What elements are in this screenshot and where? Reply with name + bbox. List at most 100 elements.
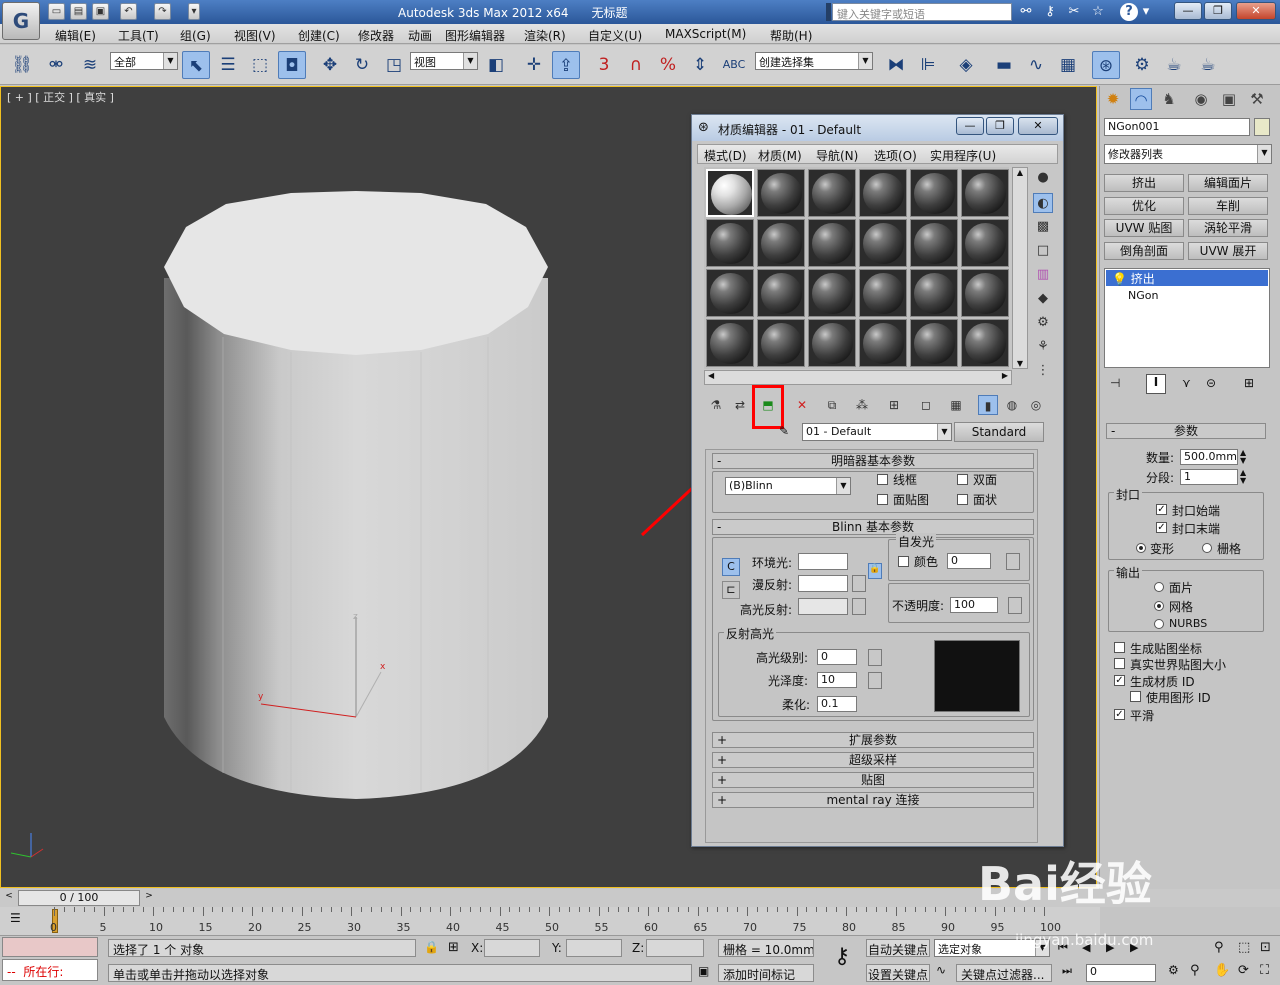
two-sided-checkbox[interactable] bbox=[957, 474, 968, 485]
menu-help[interactable]: 帮助(H) bbox=[770, 27, 812, 44]
time-config-icon[interactable]: ⚙ bbox=[1168, 963, 1179, 977]
lathe-button[interactable]: 车削 bbox=[1188, 197, 1268, 215]
menu-customize[interactable]: 自定义(U) bbox=[588, 27, 642, 44]
menu-maxscript[interactable]: MAXScript(M) bbox=[665, 27, 746, 41]
use-shape-id-checkbox[interactable] bbox=[1130, 691, 1141, 702]
tools-icon[interactable]: ✂ bbox=[1064, 3, 1084, 21]
material-sample-slot[interactable] bbox=[910, 319, 958, 367]
ambient-lock-button[interactable]: C bbox=[722, 558, 740, 576]
grid-radio[interactable] bbox=[1202, 543, 1212, 553]
nurbs-radio[interactable] bbox=[1154, 619, 1164, 629]
key-filters-button[interactable]: 关键点过滤器... bbox=[956, 964, 1052, 982]
time-tag-icon[interactable]: ▣ bbox=[698, 964, 714, 982]
pin-stack-icon[interactable]: ⊣ bbox=[1110, 376, 1120, 390]
maximize-viewport-icon[interactable]: ⛶ bbox=[1260, 963, 1269, 978]
mesh-radio[interactable] bbox=[1154, 601, 1164, 611]
material-sample-slot[interactable] bbox=[808, 219, 856, 267]
material-sample-slot[interactable] bbox=[859, 319, 907, 367]
stack-item-extrude[interactable]: 💡 挤出 bbox=[1106, 270, 1268, 286]
uv-tiling-icon[interactable]: □ bbox=[1033, 241, 1053, 261]
qa-dropdown-icon[interactable]: ▾ bbox=[188, 3, 200, 20]
bind-spacewarp-icon[interactable]: ≋ bbox=[76, 51, 104, 79]
star-icon[interactable]: ☆ bbox=[1088, 3, 1108, 21]
pivot-icon[interactable]: ◧ bbox=[482, 51, 510, 79]
zoom-all-icon[interactable]: ⚲ bbox=[1214, 940, 1224, 955]
patch-radio[interactable] bbox=[1154, 582, 1164, 592]
sample-type-icon[interactable]: ● bbox=[1033, 168, 1053, 188]
key-mode-toggle-icon[interactable]: ⏭ bbox=[1062, 964, 1072, 978]
rect-selection-icon[interactable]: ⬚ bbox=[246, 51, 274, 79]
utilities-tab-icon[interactable]: ⚒ bbox=[1246, 88, 1268, 110]
mated-menu-options[interactable]: 选项(O) bbox=[874, 147, 917, 164]
reset-material-icon[interactable]: ✕ bbox=[792, 395, 812, 415]
orbit-icon[interactable]: ⟳ bbox=[1238, 963, 1249, 978]
keyboard-shortcut-icon[interactable]: ⇪ bbox=[552, 51, 580, 79]
z-field[interactable] bbox=[646, 939, 704, 957]
put-to-scene-icon[interactable]: ⇄ bbox=[730, 395, 750, 415]
material-sample-slot[interactable] bbox=[757, 319, 805, 367]
key-icon[interactable]: ⚷ bbox=[1040, 3, 1060, 21]
remove-modifier-icon[interactable]: ⊝ bbox=[1206, 376, 1216, 390]
material-sample-slot[interactable] bbox=[808, 269, 856, 317]
material-sample-slot[interactable] bbox=[961, 169, 1009, 217]
blinn-basic-rollout[interactable]: - Blinn 基本参数 bbox=[712, 519, 1034, 535]
set-key-button[interactable]: 设置关键点 bbox=[866, 964, 930, 982]
set-key-icon[interactable]: ⚷ bbox=[822, 944, 862, 974]
time-next-icon[interactable]: > bbox=[142, 891, 156, 905]
select-object-icon[interactable]: ⬉ bbox=[182, 51, 210, 79]
render-setup-icon[interactable]: ⚙ bbox=[1128, 51, 1156, 79]
add-time-tag-button[interactable]: 添加时间标记 bbox=[718, 964, 814, 982]
options-icon[interactable]: ⚙ bbox=[1033, 313, 1053, 333]
material-sample-slot[interactable] bbox=[910, 219, 958, 267]
material-sample-slot[interactable] bbox=[808, 319, 856, 367]
go-forward-sibling-icon[interactable]: ◎ bbox=[1026, 395, 1046, 415]
stack-item-ngon[interactable]: NGon bbox=[1128, 289, 1158, 302]
maxscript-line[interactable]: -- 所在行: bbox=[2, 959, 98, 981]
ambient-swatch[interactable] bbox=[798, 553, 848, 570]
self-illum-value[interactable]: 0 bbox=[947, 553, 991, 569]
shader-select[interactable]: (B)Blinn ▼ bbox=[725, 477, 851, 495]
angle-snap-icon[interactable]: ∩ bbox=[622, 51, 650, 79]
segments-value[interactable]: 1 bbox=[1180, 469, 1238, 485]
menu-rendering[interactable]: 渲染(R) bbox=[524, 27, 566, 44]
bevel-profile-button[interactable]: 倒角剖面 bbox=[1104, 242, 1184, 260]
rotate-icon[interactable]: ↻ bbox=[348, 51, 376, 79]
face-map-checkbox[interactable] bbox=[877, 494, 888, 505]
track-filter-icon[interactable]: ☰ bbox=[10, 911, 21, 925]
schematic-view-icon[interactable]: ▦ bbox=[1054, 51, 1082, 79]
diffuse-lock-icon[interactable]: 🔒 bbox=[868, 563, 882, 579]
menu-view[interactable]: 视图(V) bbox=[234, 27, 276, 44]
undo-icon[interactable]: ↶ bbox=[120, 3, 137, 20]
material-editor-titlebar[interactable]: ⊛ 材质编辑器 - 01 - Default — ❐ ✕ bbox=[692, 115, 1063, 141]
material-id-icon[interactable]: ◻ bbox=[916, 395, 936, 415]
spec-level-map-button[interactable] bbox=[868, 649, 882, 666]
mated-menu-utilities[interactable]: 实用程序(U) bbox=[930, 147, 996, 164]
motion-tab-icon[interactable]: ◉ bbox=[1190, 88, 1212, 110]
y-field[interactable] bbox=[566, 939, 622, 957]
time-prev-icon[interactable]: < bbox=[2, 891, 16, 905]
material-navigator-icon[interactable]: ⋮ bbox=[1033, 361, 1053, 381]
menu-edit[interactable]: 编辑(E) bbox=[55, 27, 96, 44]
auto-key-button[interactable]: 自动关键点 bbox=[866, 939, 930, 957]
material-editor-icon[interactable]: ⊛ bbox=[1092, 51, 1120, 79]
material-sample-slot[interactable] bbox=[961, 319, 1009, 367]
menu-modifiers[interactable]: 修改器 bbox=[358, 27, 394, 44]
mated-maximize-button[interactable]: ❐ bbox=[986, 117, 1014, 135]
time-slider-thumb[interactable]: 0 / 100 bbox=[18, 890, 140, 906]
specular-swatch[interactable] bbox=[798, 598, 848, 615]
backlight-icon[interactable]: ◐ bbox=[1033, 193, 1053, 213]
unlink-icon[interactable]: ⚮ bbox=[42, 51, 70, 79]
soften-value[interactable]: 0.1 bbox=[817, 696, 857, 712]
edit-named-selection-icon[interactable]: ABC bbox=[720, 51, 748, 79]
cap-start-checkbox[interactable]: ✓ bbox=[1156, 504, 1167, 515]
select-by-name-icon[interactable]: ☰ bbox=[214, 51, 242, 79]
rendered-frame-icon[interactable]: ☕ bbox=[1160, 51, 1188, 79]
faceted-checkbox[interactable] bbox=[957, 494, 968, 505]
morph-radio[interactable] bbox=[1136, 543, 1146, 553]
selection-filter-select[interactable]: 全部 ▼ bbox=[110, 52, 178, 70]
window-crossing-icon[interactable]: ◘ bbox=[278, 51, 306, 79]
material-sample-slot[interactable] bbox=[706, 319, 754, 367]
search-input[interactable]: 键入关键字或短语 bbox=[832, 3, 1012, 21]
maxscript-listener-mini[interactable] bbox=[2, 937, 98, 957]
mirror-icon[interactable]: ⧓ bbox=[882, 51, 910, 79]
